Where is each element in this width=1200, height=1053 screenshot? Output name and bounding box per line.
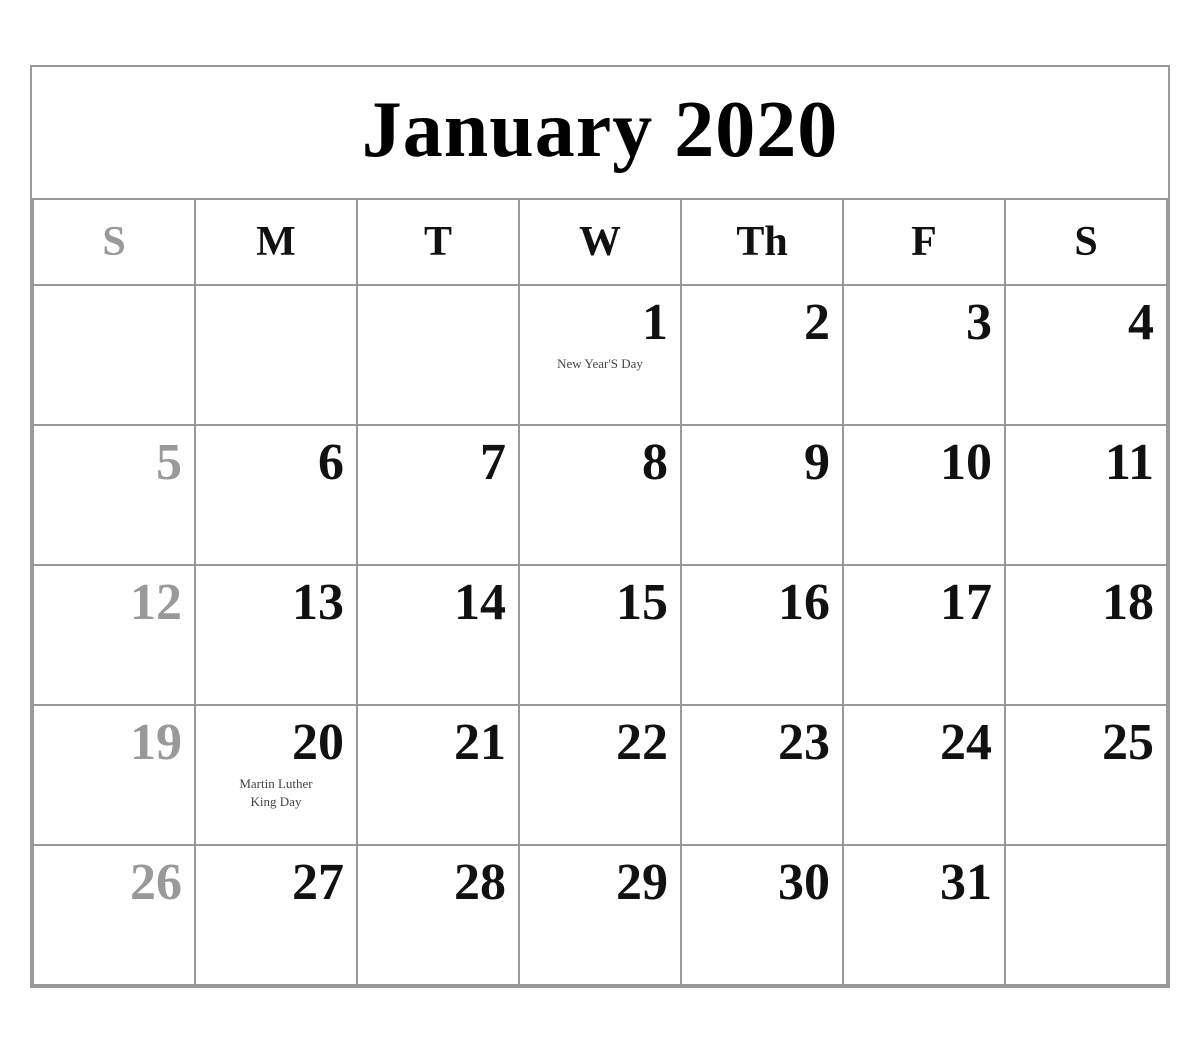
day-number: 29 xyxy=(532,854,668,911)
day-number: 4 xyxy=(1018,294,1154,351)
day-cell: 28 xyxy=(358,846,520,986)
day-cell: 3 xyxy=(844,286,1006,426)
day-cell: 26 xyxy=(34,846,196,986)
day-number: 15 xyxy=(532,574,668,631)
day-cell: 18 xyxy=(1006,566,1168,706)
day-cell: 14 xyxy=(358,566,520,706)
day-cell: 22 xyxy=(520,706,682,846)
day-number: 21 xyxy=(370,714,506,771)
day-cell: 9 xyxy=(682,426,844,566)
day-cell: 10 xyxy=(844,426,1006,566)
calendar-title: January 2020 xyxy=(32,67,1168,200)
day-number: 12 xyxy=(46,574,182,631)
day-cell: 27 xyxy=(196,846,358,986)
day-number: 13 xyxy=(208,574,344,631)
day-number: 18 xyxy=(1018,574,1154,631)
day-number: 2 xyxy=(694,294,830,351)
day-cell: 13 xyxy=(196,566,358,706)
day-cell: 11 xyxy=(1006,426,1168,566)
day-number: 22 xyxy=(532,714,668,771)
day-number: 16 xyxy=(694,574,830,631)
day-note: Martin LutherKing Day xyxy=(208,775,344,811)
day-header-w: W xyxy=(520,200,682,286)
day-cell: 4 xyxy=(1006,286,1168,426)
day-number: 31 xyxy=(856,854,992,911)
day-cell: 16 xyxy=(682,566,844,706)
calendar-grid: SMTWThFS1New Year'S Day23456789101112131… xyxy=(32,200,1168,986)
day-cell: 2 xyxy=(682,286,844,426)
day-cell: 17 xyxy=(844,566,1006,706)
day-number: 14 xyxy=(370,574,506,631)
day-number: 28 xyxy=(370,854,506,911)
day-cell: 6 xyxy=(196,426,358,566)
day-number: 11 xyxy=(1018,434,1154,491)
day-cell: 8 xyxy=(520,426,682,566)
day-cell: 24 xyxy=(844,706,1006,846)
day-number: 9 xyxy=(694,434,830,491)
day-cell: 29 xyxy=(520,846,682,986)
day-cell: 7 xyxy=(358,426,520,566)
day-cell: 5 xyxy=(34,426,196,566)
day-number: 26 xyxy=(46,854,182,911)
day-number: 10 xyxy=(856,434,992,491)
day-number: 27 xyxy=(208,854,344,911)
day-number: 5 xyxy=(46,434,182,491)
calendar: January 2020 SMTWThFS1New Year'S Day2345… xyxy=(30,65,1170,988)
day-cell: 12 xyxy=(34,566,196,706)
day-number: 23 xyxy=(694,714,830,771)
day-number: 1 xyxy=(532,294,668,351)
day-note: New Year'S Day xyxy=(532,355,668,373)
day-cell xyxy=(1006,846,1168,986)
day-cell: 31 xyxy=(844,846,1006,986)
day-cell xyxy=(34,286,196,426)
day-number: 7 xyxy=(370,434,506,491)
day-number: 20 xyxy=(208,714,344,771)
day-cell: 23 xyxy=(682,706,844,846)
day-header-t: T xyxy=(358,200,520,286)
day-header-m: M xyxy=(196,200,358,286)
day-cell: 30 xyxy=(682,846,844,986)
day-number: 25 xyxy=(1018,714,1154,771)
day-cell: 15 xyxy=(520,566,682,706)
day-cell xyxy=(196,286,358,426)
day-header-s: S xyxy=(1006,200,1168,286)
day-cell: 20 Martin LutherKing Day xyxy=(196,706,358,846)
day-number: 8 xyxy=(532,434,668,491)
day-number: 19 xyxy=(46,714,182,771)
day-cell xyxy=(358,286,520,426)
day-number: 6 xyxy=(208,434,344,491)
day-cell: 25 xyxy=(1006,706,1168,846)
day-header-s: S xyxy=(34,200,196,286)
day-number: 3 xyxy=(856,294,992,351)
day-cell: 21 xyxy=(358,706,520,846)
day-number: 17 xyxy=(856,574,992,631)
day-header-f: F xyxy=(844,200,1006,286)
day-cell: 19 xyxy=(34,706,196,846)
day-number: 24 xyxy=(856,714,992,771)
day-cell: 1 New Year'S Day xyxy=(520,286,682,426)
day-number: 30 xyxy=(694,854,830,911)
day-header-th: Th xyxy=(682,200,844,286)
